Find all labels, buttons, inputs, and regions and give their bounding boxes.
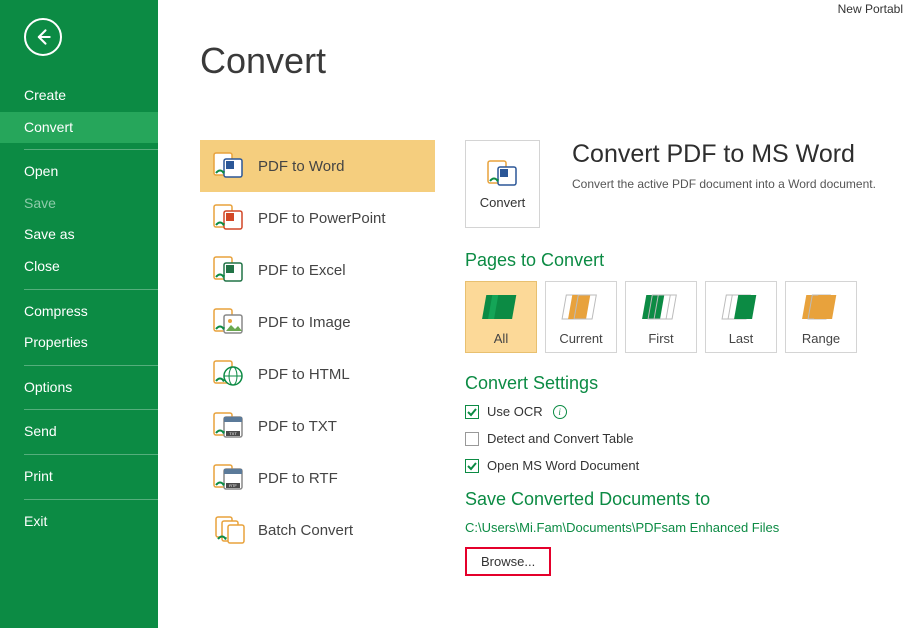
convert-item-image[interactable]: PDF to Image bbox=[200, 296, 435, 348]
page-options: All Current First Last Range bbox=[465, 281, 909, 353]
sidebar-item-save: Save bbox=[0, 188, 158, 220]
pages-last-icon bbox=[721, 291, 761, 327]
main-content: Convert PDF to Word PDF to PowerPoint PD… bbox=[158, 0, 909, 628]
sidebar-item-print[interactable]: Print bbox=[0, 461, 158, 493]
sidebar-item-options[interactable]: Options bbox=[0, 372, 158, 404]
page-option-label: First bbox=[648, 331, 673, 346]
checkbox-icon bbox=[465, 405, 479, 419]
browse-button[interactable]: Browse... bbox=[465, 547, 551, 576]
divider bbox=[24, 499, 158, 500]
page-option-label: Current bbox=[559, 331, 602, 346]
divider bbox=[24, 149, 158, 150]
pages-current-icon bbox=[561, 291, 601, 327]
batch-convert-icon bbox=[212, 515, 246, 545]
pages-first-icon bbox=[641, 291, 681, 327]
detail-pane: Convert Convert PDF to MS Word Convert t… bbox=[465, 140, 909, 576]
convert-item-html[interactable]: PDF to HTML bbox=[200, 348, 435, 400]
pages-to-convert-heading: Pages to Convert bbox=[465, 250, 909, 271]
convert-item-word[interactable]: PDF to Word bbox=[200, 140, 435, 192]
convert-button-label: Convert bbox=[480, 195, 526, 210]
detail-description: Convert the active PDF document into a W… bbox=[572, 177, 876, 191]
arrow-left-icon bbox=[33, 27, 53, 47]
page-option-all[interactable]: All bbox=[465, 281, 537, 353]
svg-text:TXT: TXT bbox=[229, 431, 237, 436]
pages-all-icon bbox=[481, 291, 521, 327]
page-title: Convert bbox=[200, 40, 909, 82]
sidebar-item-properties[interactable]: Properties bbox=[0, 327, 158, 359]
sidebar: Create Convert Open Save Save as Close C… bbox=[0, 0, 158, 628]
pages-range-icon bbox=[801, 291, 841, 327]
pdf-to-ppt-icon bbox=[212, 203, 246, 233]
convert-item-label: PDF to TXT bbox=[258, 418, 337, 435]
divider bbox=[24, 289, 158, 290]
page-option-current[interactable]: Current bbox=[545, 281, 617, 353]
sidebar-item-convert[interactable]: Convert bbox=[0, 112, 158, 144]
pdf-to-word-icon bbox=[212, 151, 246, 181]
convert-item-label: PDF to Image bbox=[258, 314, 351, 331]
convert-item-label: PDF to PowerPoint bbox=[258, 210, 386, 227]
sidebar-item-close[interactable]: Close bbox=[0, 251, 158, 283]
checkbox-use-ocr[interactable]: Use OCR i bbox=[465, 404, 909, 419]
sidebar-item-exit[interactable]: Exit bbox=[0, 506, 158, 538]
checkbox-icon bbox=[465, 432, 479, 446]
convert-item-excel[interactable]: PDF to Excel bbox=[200, 244, 435, 296]
sidebar-item-send[interactable]: Send bbox=[0, 416, 158, 448]
pdf-to-word-icon bbox=[486, 159, 520, 189]
page-option-last[interactable]: Last bbox=[705, 281, 777, 353]
page-option-label: Range bbox=[802, 331, 840, 346]
page-option-range[interactable]: Range bbox=[785, 281, 857, 353]
pdf-to-html-icon bbox=[212, 359, 246, 389]
checkbox-icon bbox=[465, 459, 479, 473]
save-to-heading: Save Converted Documents to bbox=[465, 489, 909, 510]
pdf-to-image-icon bbox=[212, 307, 246, 337]
sidebar-item-compress[interactable]: Compress bbox=[0, 296, 158, 328]
convert-item-txt[interactable]: TXT PDF to TXT bbox=[200, 400, 435, 452]
convert-item-rtf[interactable]: RTF PDF to RTF bbox=[200, 452, 435, 504]
save-path: C:\Users\Mi.Fam\Documents\PDFsam Enhance… bbox=[465, 520, 909, 535]
checkbox-open-word[interactable]: Open MS Word Document bbox=[465, 458, 909, 473]
divider bbox=[24, 409, 158, 410]
convert-item-label: PDF to HTML bbox=[258, 366, 350, 383]
checkbox-label: Use OCR bbox=[487, 404, 543, 419]
pdf-to-excel-icon bbox=[212, 255, 246, 285]
convert-button[interactable]: Convert bbox=[465, 140, 540, 228]
checkbox-detect-table[interactable]: Detect and Convert Table bbox=[465, 431, 909, 446]
convert-item-powerpoint[interactable]: PDF to PowerPoint bbox=[200, 192, 435, 244]
sidebar-item-create[interactable]: Create bbox=[0, 80, 158, 112]
svg-text:RTF: RTF bbox=[229, 483, 237, 488]
info-icon[interactable]: i bbox=[553, 405, 567, 419]
sidebar-item-open[interactable]: Open bbox=[0, 156, 158, 188]
detail-title: Convert PDF to MS Word bbox=[572, 140, 876, 169]
back-button[interactable] bbox=[24, 18, 62, 56]
convert-item-label: PDF to Excel bbox=[258, 262, 346, 279]
checkbox-label: Open MS Word Document bbox=[487, 458, 639, 473]
divider bbox=[24, 454, 158, 455]
pdf-to-txt-icon: TXT bbox=[212, 411, 246, 441]
sidebar-item-save-as[interactable]: Save as bbox=[0, 219, 158, 251]
page-option-label: Last bbox=[729, 331, 754, 346]
convert-item-label: PDF to Word bbox=[258, 158, 344, 175]
convert-item-label: PDF to RTF bbox=[258, 470, 338, 487]
divider bbox=[24, 365, 158, 366]
page-option-first[interactable]: First bbox=[625, 281, 697, 353]
convert-item-batch[interactable]: Batch Convert bbox=[200, 504, 435, 556]
convert-type-list: PDF to Word PDF to PowerPoint PDF to Exc… bbox=[200, 140, 435, 556]
checkbox-label: Detect and Convert Table bbox=[487, 431, 633, 446]
page-option-label: All bbox=[494, 331, 508, 346]
pdf-to-rtf-icon: RTF bbox=[212, 463, 246, 493]
convert-settings-heading: Convert Settings bbox=[465, 373, 909, 394]
convert-item-label: Batch Convert bbox=[258, 522, 353, 539]
